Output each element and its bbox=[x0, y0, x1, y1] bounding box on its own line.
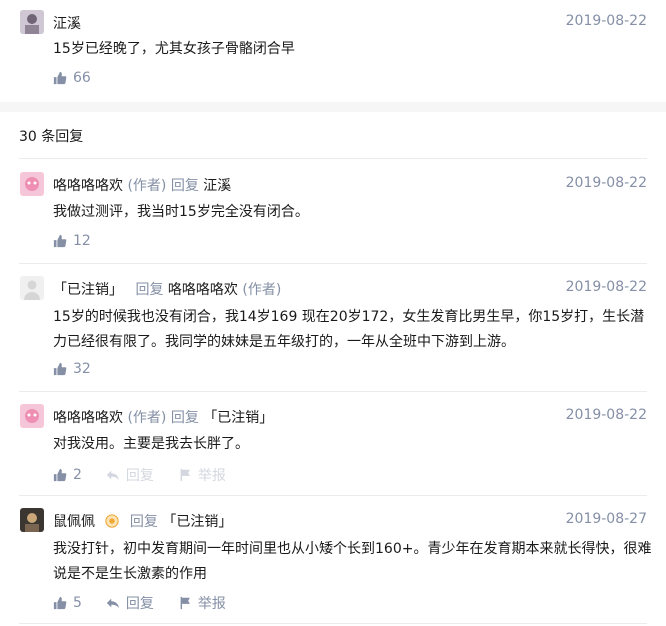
divider bbox=[19, 158, 647, 159]
comment-content: 15岁已经晚了，尤其女孩子骨骼闭合早 bbox=[53, 41, 295, 57]
comment-actions: 2 回复 举报 bbox=[53, 465, 250, 485]
thumbs-up-icon bbox=[53, 234, 67, 248]
author-tag: (作者) bbox=[127, 410, 167, 426]
avatar[interactable] bbox=[20, 404, 44, 428]
author-name[interactable]: 咯咯咯咯欢 bbox=[53, 410, 123, 426]
top-comment: 泟溪 2019-08-22 15岁已经晚了，尤其女孩子骨骼闭合早 66 bbox=[0, 0, 666, 100]
reply-header: 「已注销」 回复 咯咯咯咯欢 (作者) bbox=[53, 279, 281, 299]
reply-label: 回复 bbox=[125, 468, 154, 484]
reply-header: 鼠佩佩 回复 「已注销」 bbox=[53, 511, 232, 531]
target-tag: (作者) bbox=[242, 282, 282, 298]
author-name[interactable]: 泟溪 bbox=[53, 13, 81, 33]
report-label: 举报 bbox=[197, 468, 226, 484]
thumbs-up-icon bbox=[53, 71, 67, 85]
report-button[interactable]: 举报 bbox=[178, 593, 226, 613]
reply-word: 回复 bbox=[129, 514, 158, 530]
reply-label: 回复 bbox=[125, 596, 154, 612]
avatar[interactable] bbox=[20, 508, 44, 532]
reply-target[interactable]: 「已注销」 bbox=[203, 410, 273, 426]
like-button[interactable]: 66 bbox=[53, 70, 91, 86]
like-button[interactable]: 32 bbox=[53, 361, 91, 377]
like-count: 5 bbox=[73, 595, 82, 611]
section-divider bbox=[0, 102, 666, 112]
report-button[interactable]: 举报 bbox=[178, 465, 226, 485]
flag-icon bbox=[180, 596, 190, 610]
comment-actions: 32 bbox=[53, 361, 115, 377]
like-button[interactable]: 2 bbox=[53, 467, 82, 483]
reply-target[interactable]: 泟溪 bbox=[203, 178, 231, 194]
reply-arrow-icon bbox=[106, 470, 120, 481]
comment-date: 2019-08-22 bbox=[565, 13, 647, 29]
divider bbox=[19, 263, 647, 264]
divider bbox=[19, 495, 647, 496]
like-button[interactable]: 5 bbox=[53, 595, 82, 611]
thumbs-up-icon bbox=[53, 468, 67, 482]
comment-actions: 66 bbox=[53, 70, 115, 86]
thumbs-up-icon bbox=[53, 596, 67, 610]
reply-arrow-icon bbox=[106, 598, 120, 609]
comment-date: 2019-08-22 bbox=[565, 279, 647, 295]
verified-badge-icon bbox=[105, 514, 120, 528]
thumbs-up-icon bbox=[53, 362, 67, 376]
like-count: 2 bbox=[73, 467, 82, 483]
reply-header: 咯咯咯咯欢 (作者) 回复 「已注销」 bbox=[53, 407, 273, 427]
author-name[interactable]: 鼠佩佩 bbox=[53, 514, 95, 530]
reply-word: 回复 bbox=[170, 410, 199, 426]
reply-target[interactable]: 咯咯咯咯欢 bbox=[168, 282, 238, 298]
author-name[interactable]: 「已注销」 bbox=[53, 282, 123, 298]
like-count: 12 bbox=[73, 233, 91, 249]
reply-button[interactable]: 回复 bbox=[106, 465, 154, 485]
flag-icon bbox=[180, 468, 190, 482]
avatar[interactable] bbox=[20, 172, 44, 196]
reply-header: 咯咯咯咯欢 (作者) 回复 泟溪 bbox=[53, 175, 231, 195]
reply-count: 30 条回复 bbox=[19, 129, 84, 145]
like-button[interactable]: 12 bbox=[53, 233, 91, 249]
comment-content: 对我没用。主要是我去长胖了。 bbox=[53, 436, 249, 452]
comment-date: 2019-08-27 bbox=[565, 511, 647, 527]
like-count: 66 bbox=[73, 70, 91, 86]
reply-word: 回复 bbox=[135, 282, 164, 298]
avatar[interactable] bbox=[20, 276, 44, 300]
reply-button[interactable]: 回复 bbox=[106, 593, 154, 613]
comment-actions: 12 bbox=[53, 233, 115, 249]
avatar[interactable] bbox=[20, 10, 44, 34]
comment-content: 15岁的时候我也没有闭合，我14岁169 现在20岁172，女生发育比男生早，你… bbox=[53, 309, 645, 350]
comment-date: 2019-08-22 bbox=[565, 407, 647, 423]
author-tag: (作者) bbox=[127, 178, 167, 194]
reply-target[interactable]: 「已注销」 bbox=[162, 514, 232, 530]
divider bbox=[19, 391, 647, 392]
like-count: 32 bbox=[73, 361, 91, 377]
report-label: 举报 bbox=[197, 596, 226, 612]
author-name[interactable]: 咯咯咯咯欢 bbox=[53, 178, 123, 194]
comment-content: 我做过测评，我当时15岁完全没有闭合。 bbox=[53, 204, 309, 220]
comment-actions: 5 回复 举报 bbox=[53, 593, 250, 613]
comment-content: 我没打针，初中发育期间一年时间里也从小矮个长到160+。青少年在发育期本来就长得… bbox=[53, 541, 652, 582]
divider bbox=[19, 623, 647, 624]
comment-date: 2019-08-22 bbox=[565, 175, 647, 191]
reply-word: 回复 bbox=[170, 178, 199, 194]
